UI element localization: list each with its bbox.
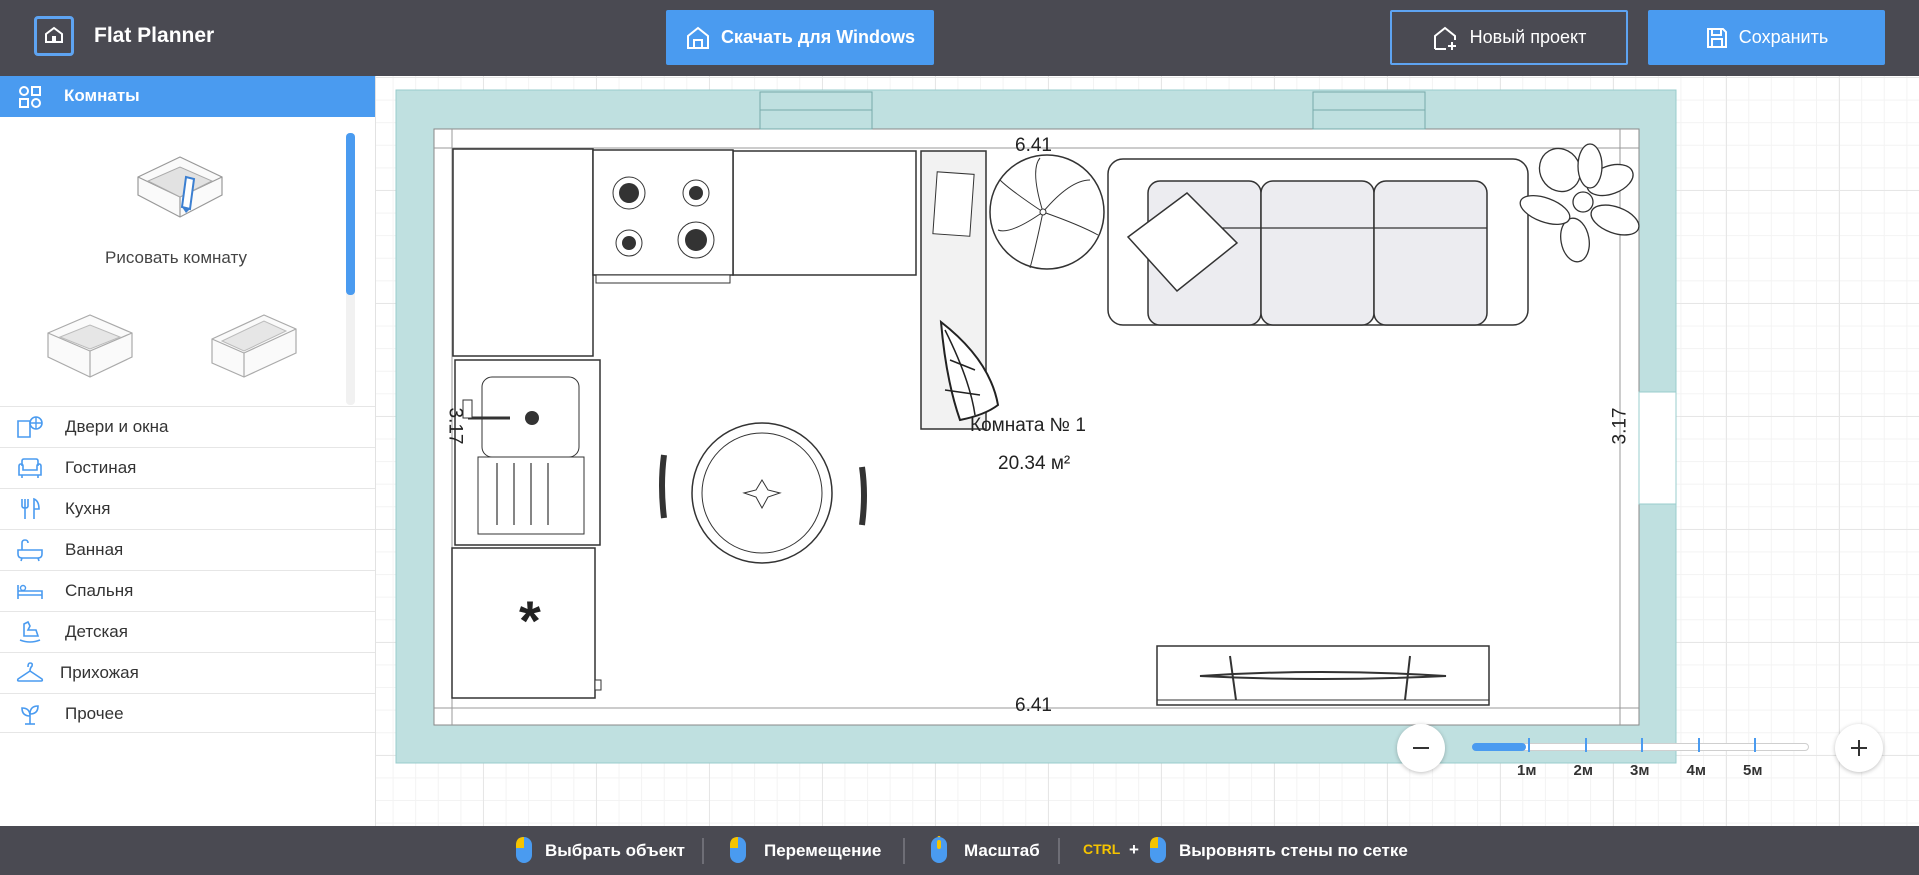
- tv-stand: [1156, 645, 1490, 706]
- zoom-scale-label: 4м: [1686, 762, 1706, 779]
- hint-select-object: Выбрать объект: [545, 841, 685, 860]
- save-label: Сохранить: [1738, 27, 1829, 47]
- dimension-bottom-label: 6.41: [1015, 695, 1052, 716]
- draw-room-tile[interactable]: [132, 147, 228, 227]
- fridge: *: [451, 547, 602, 699]
- category-label: Двери и окна: [65, 417, 169, 436]
- save-button[interactable]: Сохранить: [1648, 10, 1885, 65]
- bathtub-icon: [17, 539, 43, 562]
- plus-sign: +: [1129, 840, 1139, 859]
- top-bar: Flat Planner Скачать для Windows Новый п…: [0, 0, 1919, 76]
- bottom-hints-bar: Выбрать объект Перемещение Масштаб CTRL …: [0, 826, 1919, 875]
- armchair-icon: [18, 458, 42, 478]
- category-label: Ванная: [65, 540, 124, 559]
- dimension-top-label: 6.41: [1015, 135, 1052, 156]
- app-title: Flat Planner: [94, 24, 215, 47]
- mouse-left-click-icon: [516, 837, 532, 863]
- svg-text:*: *: [519, 589, 541, 652]
- plus-icon: [1851, 740, 1867, 756]
- category-label: Прочее: [65, 704, 124, 723]
- download-windows-label: Скачать для Windows: [720, 27, 916, 47]
- new-project-label: Новый проект: [1469, 27, 1587, 47]
- new-project-button[interactable]: Новый проект: [1390, 10, 1628, 65]
- category-label: Детская: [65, 622, 128, 641]
- zoom-in-button[interactable]: [1835, 724, 1883, 772]
- hint-separator: [1058, 838, 1060, 864]
- runner-rug: [920, 150, 1000, 430]
- hint-separator: [903, 838, 905, 864]
- zoom-scale-fill: [1472, 743, 1526, 751]
- floppy-disk-icon: [1706, 27, 1727, 48]
- zoom-out-button[interactable]: [1397, 724, 1445, 772]
- minus-icon: [1413, 747, 1429, 749]
- category-bathroom[interactable]: Ванная: [0, 529, 375, 569]
- rooms-section-header[interactable]: Комнаты: [0, 76, 375, 117]
- zoom-scale-tick: [1641, 738, 1643, 752]
- zoom-scale-label: 1м: [1517, 762, 1537, 779]
- zoom-scale-label: 5м: [1743, 762, 1763, 779]
- room-templates-panel: Рисовать комнату: [0, 117, 375, 407]
- mouse-wheel-icon: [931, 836, 947, 863]
- draw-room-label: Рисовать комнату: [105, 248, 247, 267]
- hanger-icon: [16, 662, 44, 682]
- grid-icon: [19, 86, 41, 108]
- room-name-label[interactable]: Комната № 1: [970, 415, 1086, 437]
- zoom-scale-tick: [1697, 738, 1700, 752]
- room-area-label: 20.34 м²: [998, 453, 1071, 474]
- zoom-scale-tick: [1754, 738, 1756, 752]
- download-windows-button[interactable]: Скачать для Windows: [666, 10, 934, 65]
- mouse-drag-icon: [730, 837, 746, 863]
- category-label: Прихожая: [60, 663, 139, 682]
- category-other[interactable]: Прочее: [0, 693, 375, 733]
- zoom-scale-label: 3м: [1630, 762, 1650, 779]
- house-icon: [686, 26, 709, 49]
- room-template-square[interactable]: [44, 309, 136, 383]
- hint-move: Перемещение: [764, 841, 882, 860]
- sidebar: Комнаты Рисовать комнату Двери и окна Го…: [0, 76, 376, 826]
- hint-align-walls: Выровнять стены по сетке: [1179, 841, 1408, 860]
- door-window-icon: [17, 416, 43, 438]
- logo-icon: [34, 16, 74, 56]
- floor-plan-canvas[interactable]: * 6.41 6.41 3.17 3.17 Комната № 1 20.34 …: [376, 76, 1919, 826]
- bed-icon: [17, 584, 43, 599]
- stove: [592, 149, 734, 284]
- rooms-label: Комнаты: [64, 86, 140, 105]
- pouf: [989, 154, 1105, 270]
- category-kitchen[interactable]: Кухня: [0, 488, 375, 528]
- house-plus-icon: [1433, 26, 1456, 50]
- category-label: Кухня: [65, 499, 111, 518]
- dimension-left-label: 3.17: [444, 407, 466, 445]
- hint-separator: [702, 838, 704, 864]
- room-template-rectangle[interactable]: [208, 309, 300, 383]
- plant-icon: [21, 705, 39, 725]
- zoom-scale-tick: [1584, 738, 1587, 752]
- category-doors-windows[interactable]: Двери и окна: [0, 406, 375, 446]
- zoom-scale-tick: [1528, 738, 1530, 752]
- hint-zoom: Масштаб: [964, 841, 1040, 860]
- category-label: Гостиная: [65, 458, 137, 477]
- category-label: Спальня: [65, 581, 134, 600]
- category-kids-room[interactable]: Детская: [0, 611, 375, 651]
- dimension-right-label: 3.17: [1609, 407, 1631, 445]
- rocking-horse-icon: [19, 620, 41, 643]
- sink: [454, 359, 601, 546]
- category-bedroom[interactable]: Спальня: [0, 570, 375, 610]
- sidebar-scrollbar-thumb[interactable]: [346, 133, 355, 295]
- fork-knife-icon: [21, 497, 40, 519]
- ctrl-key-label: CTRL: [1083, 841, 1121, 857]
- kitchen-cabinet: [732, 150, 917, 276]
- sofa: [1107, 158, 1529, 326]
- category-hallway[interactable]: Прихожая: [0, 652, 375, 692]
- kitchen-cabinet-corner: [452, 148, 594, 357]
- zoom-scale-label: 2м: [1573, 762, 1593, 779]
- mouse-left-click-icon: [1150, 837, 1166, 863]
- door-right: [1638, 391, 1677, 505]
- category-living-room[interactable]: Гостиная: [0, 447, 375, 487]
